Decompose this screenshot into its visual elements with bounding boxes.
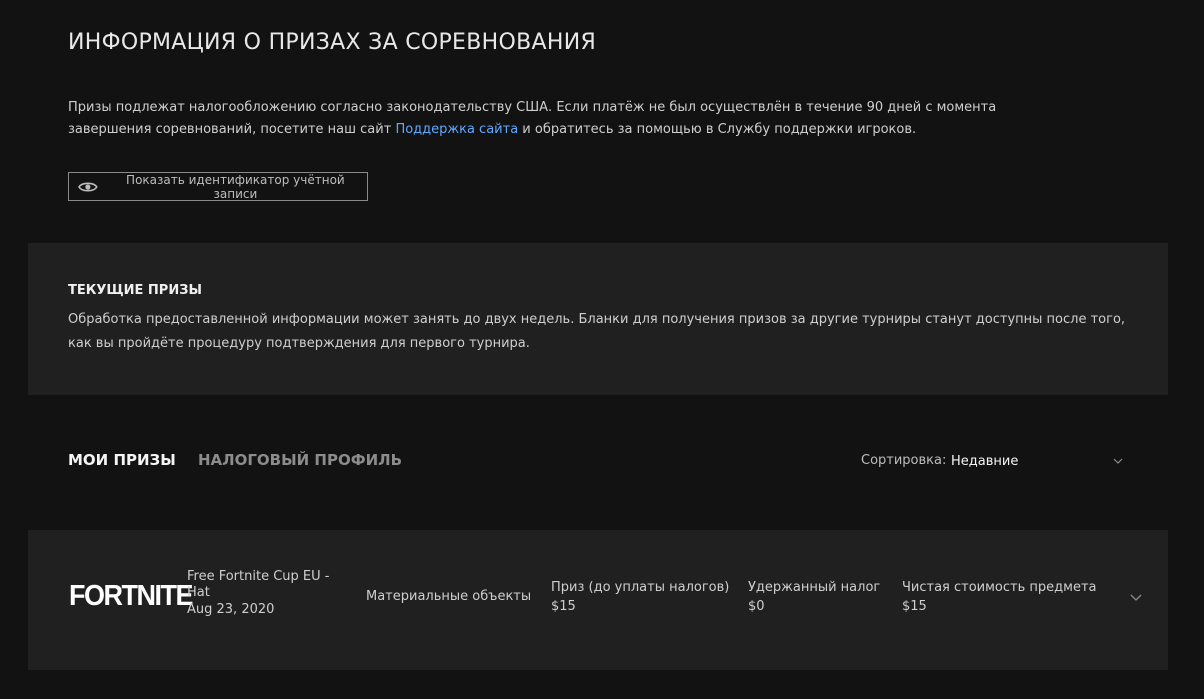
fortnite-logo: FORTNITE <box>69 580 194 612</box>
withheld-tax-value: $0 <box>748 599 765 614</box>
sort-dropdown[interactable]: Недавние <box>951 449 1127 473</box>
withheld-tax-column: Удержанный налог $0 <box>748 578 880 616</box>
support-site-link[interactable]: Поддержка сайта <box>395 122 518 137</box>
prize-info-page: ИНФОРМАЦИЯ О ПРИЗАХ ЗА СОРЕВНОВАНИЯ Приз… <box>0 0 1204 699</box>
tax-info-text: Призы подлежат налогообложению согласно … <box>68 97 1078 141</box>
withheld-tax-label: Удержанный налог <box>748 580 881 595</box>
tab-tax-profile[interactable]: НАЛОГОВЫЙ ПРОФИЛЬ <box>198 451 402 469</box>
prize-name: Free Fortnite Cup EU - Hat <box>187 569 330 600</box>
sort-label: Сортировка: <box>861 453 947 468</box>
chevron-down-icon <box>1113 458 1123 464</box>
current-prizes-text: Обработка предоставленной информации мож… <box>68 312 1126 351</box>
net-value-column: Чистая стоимость предмета $15 <box>902 578 1096 616</box>
prize-amount-label: Приз (до уплаты налогов) <box>551 580 730 595</box>
net-value-label: Чистая стоимость предмета <box>902 580 1097 595</box>
prize-amount-column: Приз (до уплаты налогов) $15 <box>551 578 729 616</box>
sort-value: Недавние <box>951 453 1019 469</box>
net-value-value: $15 <box>902 599 927 614</box>
prize-type: Материальные объекты <box>366 589 532 604</box>
eye-icon <box>78 182 98 191</box>
show-account-id-button[interactable]: Показать идентификатор учётной записи <box>68 172 368 201</box>
expand-chevron-down-icon[interactable] <box>1130 594 1142 601</box>
prize-amount-value: $15 <box>551 599 576 614</box>
page-title: ИНФОРМАЦИЯ О ПРИЗАХ ЗА СОРЕВНОВАНИЯ <box>68 30 597 55</box>
current-prizes-panel: ТЕКУЩИЕ ПРИЗЫ Обработка предоставленной … <box>28 243 1168 395</box>
prize-date: Aug 23, 2020 <box>187 602 275 617</box>
current-prizes-title: ТЕКУЩИЕ ПРИЗЫ <box>68 283 202 298</box>
tab-my-prizes[interactable]: МОИ ПРИЗЫ <box>68 451 176 469</box>
prize-row[interactable]: FORTNITE Free Fortnite Cup EU - Hat Aug … <box>28 530 1168 670</box>
show-account-id-label: Показать идентификатор учётной записи <box>126 172 345 201</box>
tax-info-text-end: и обратитесь за помощью в Службу поддерж… <box>518 122 917 137</box>
